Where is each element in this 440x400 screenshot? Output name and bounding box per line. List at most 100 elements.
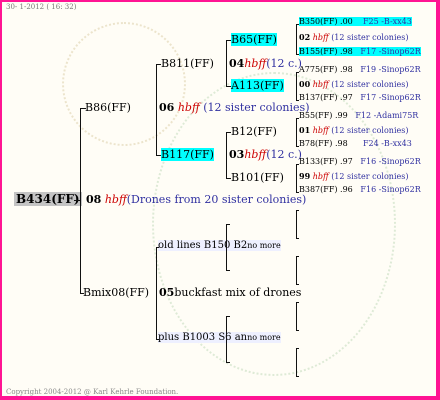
connector-line — [74, 200, 80, 201]
bmix-mating-info: 05buckfast mix of drones — [159, 286, 301, 299]
connector-line — [296, 146, 299, 147]
g4-ref: F25 -B-xx43 — [362, 17, 412, 26]
g4-note: (12 sister colonies) — [331, 33, 409, 42]
connector-line — [296, 348, 297, 377]
queen-b12[interactable]: B12(FF) — [231, 125, 277, 138]
queen-b65[interactable]: B65(FF) — [231, 33, 277, 46]
root-num: 08 — [86, 193, 102, 206]
connector-line — [156, 155, 161, 156]
root-mating-info: 08 hbff(Drones from 20 sister colonies) — [86, 193, 306, 206]
g4-name: B55(FF) — [299, 111, 333, 120]
queen-a113[interactable]: A113(FF) — [231, 79, 284, 92]
connector-line — [296, 54, 299, 55]
b117-note: (12 c.) — [266, 148, 302, 161]
g4-note: (12 sister colonies) — [331, 126, 409, 135]
b86-note: (12 sister colonies) — [203, 101, 310, 114]
queen-b86[interactable]: B86(FF) — [85, 101, 131, 114]
b811-mating-info: 04hbff(12 c.) — [229, 57, 302, 70]
connector-line — [296, 192, 299, 193]
g4-name: B155(FF) — [299, 47, 338, 56]
g4-mating-00: 00 hbff (12 sister colonies) — [299, 79, 408, 89]
g4-b137[interactable]: B137(FF) .97 F17 -Sinop62R — [299, 93, 421, 102]
g4-b387[interactable]: B387(FF) .96 F16 -Sinop62R — [299, 185, 421, 194]
old-lines-more: no more — [247, 241, 281, 250]
connector-line — [226, 40, 231, 41]
plus-lines: plus B1003 S6 anno more — [158, 332, 281, 343]
g4-mating-02: 02 hbff (12 sister colonies) — [299, 32, 408, 42]
bmix-num: 05 — [159, 286, 175, 299]
connector-line — [296, 210, 297, 239]
connector-line — [226, 362, 230, 363]
connector-line — [226, 86, 231, 87]
g4-num: 00 — [299, 79, 311, 89]
g4-val: .98 — [334, 139, 348, 148]
g4-num: 01 — [299, 125, 311, 135]
connector-line — [296, 330, 299, 331]
g4-ref: F17 -Sinop62R — [360, 93, 421, 102]
b86-num: 06 — [159, 101, 175, 114]
g4-hbff: hbff — [312, 80, 329, 89]
connector-line — [80, 108, 86, 109]
g4-note: (12 sister colonies) — [331, 80, 409, 89]
g4-note: (12 sister colonies) — [331, 172, 409, 181]
bmix-note: buckfast mix of drones — [174, 286, 302, 299]
g4-ref: F17 -Sinop62R — [360, 47, 421, 56]
connector-line — [226, 132, 231, 133]
g4-b350[interactable]: B350(FF) .00 F25 -B-xx43 — [299, 17, 412, 26]
connector-line — [296, 256, 297, 285]
g4-num: 99 — [299, 171, 311, 181]
plus-lines-more: no more — [247, 333, 281, 342]
g4-ref: F16 -Sinop62R — [360, 157, 421, 166]
b86-hbff: hbff — [177, 101, 200, 114]
b117-hbff: hbff — [244, 148, 267, 161]
b117-num: 03 — [229, 148, 245, 161]
g4-b55[interactable]: B55(FF) .99 F12 -Adami75R — [299, 111, 418, 120]
g4-val: .97 — [340, 93, 353, 102]
connector-line — [80, 293, 84, 294]
g4-ref: F24 -B-xx43 — [362, 139, 412, 148]
root-note: (Drones from 20 sister colonies) — [126, 193, 307, 206]
root-hbff: hbff — [104, 193, 127, 206]
connector-line — [296, 256, 299, 257]
old-lines: old lines B150 B2no more — [158, 240, 281, 251]
date-stamp: 30- 1-2012 ( 16: 32) — [6, 3, 77, 11]
connector-line — [156, 247, 157, 339]
connector-line — [156, 339, 159, 340]
b811-note: (12 c.) — [266, 57, 302, 70]
b86-mating-info: 06 hbff (12 sister colonies) — [159, 101, 310, 114]
connector-line — [296, 72, 297, 101]
queen-b811[interactable]: B811(FF) — [161, 57, 214, 70]
connector-line — [296, 72, 299, 73]
connector-line — [226, 224, 227, 271]
old-lines-label: old lines B150 B2 — [158, 240, 248, 251]
g4-mating-01: 01 hbff (12 sister colonies) — [299, 125, 408, 135]
connector-line — [156, 64, 157, 156]
g4-b78[interactable]: B78(FF) .98 F24 -B-xx43 — [299, 139, 412, 148]
root-queen[interactable]: B434(FF) — [14, 192, 82, 206]
connector-line — [296, 164, 297, 193]
connector-line — [296, 348, 299, 349]
g4-name: B78(FF) — [299, 139, 333, 148]
g4-b155[interactable]: B155(FF) .98 F17 -Sinop62R — [299, 47, 421, 56]
queen-b101[interactable]: B101(FF) — [231, 171, 284, 184]
g4-val: .00 — [340, 17, 353, 26]
g4-ref: F16 -Sinop62R — [360, 185, 421, 194]
queen-b117[interactable]: B117(FF) — [161, 148, 214, 161]
g4-a775[interactable]: A775(FF) .98 F19 -Sinop62R — [299, 65, 421, 74]
connector-line — [296, 24, 297, 55]
connector-line — [296, 376, 299, 377]
g4-name: B350(FF) — [299, 17, 338, 26]
connector-line — [296, 210, 299, 211]
g4-b133[interactable]: B133(FF) .97 F16 -Sinop62R — [299, 157, 421, 166]
connector-line — [296, 24, 299, 25]
g4-ref: F12 -Adami75R — [355, 111, 419, 120]
queen-bmix08[interactable]: Bmix08(FF) — [83, 286, 149, 299]
g4-num: 02 — [299, 32, 311, 42]
connector-line — [296, 284, 299, 285]
g4-hbff: hbff — [312, 172, 329, 181]
connector-line — [226, 316, 230, 317]
connector-line — [226, 40, 227, 87]
pedigree-frame: 30- 1-2012 ( 16: 32) B434(FF) 08 hbff(Dr… — [2, 2, 436, 396]
connector-line — [156, 247, 159, 248]
connector-line — [296, 164, 299, 165]
